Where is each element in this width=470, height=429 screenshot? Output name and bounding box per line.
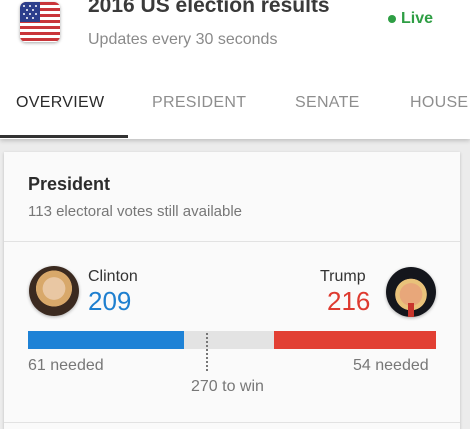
us-flag-icon (20, 2, 60, 42)
tab-bar: OVERVIEW PRESIDENT SENATE HOUSE (0, 86, 470, 139)
card-header: President 113 electoral votes still avai… (4, 152, 460, 242)
clinton-needed: 61 needed (28, 357, 104, 374)
trump-name: Trump (320, 268, 366, 285)
tab-senate[interactable]: SENATE (295, 94, 360, 112)
clinton-name: Clinton (88, 268, 138, 285)
trump-avatar (386, 267, 436, 317)
live-dot-icon (388, 15, 396, 23)
clinton-avatar (29, 266, 79, 316)
live-label: Live (401, 10, 434, 27)
clinton-bar-segment (28, 331, 184, 349)
president-card[interactable]: President 113 electoral votes still avai… (4, 152, 460, 429)
card-title: President (28, 174, 111, 194)
win-threshold-marker (206, 333, 208, 371)
tab-house[interactable]: HOUSE (410, 94, 468, 112)
trump-bar-segment (274, 331, 436, 349)
app-header: 2016 US election results Updates every 3… (0, 0, 470, 139)
tab-president[interactable]: PRESIDENT (152, 94, 246, 112)
clinton-votes: 209 (88, 286, 132, 316)
card-divider (4, 422, 460, 423)
tab-overview[interactable]: OVERVIEW (16, 94, 104, 112)
trump-needed: 54 needed (353, 357, 429, 374)
active-tab-indicator (0, 135, 128, 138)
votes-available-text: 113 electoral votes still available (28, 203, 243, 220)
electoral-vote-bar (28, 331, 436, 349)
app-title: 2016 US election results (88, 0, 330, 17)
win-threshold-label: 270 to win (191, 378, 264, 395)
trump-votes: 216 (327, 286, 371, 316)
live-indicator: Live (388, 10, 433, 28)
update-frequency: Updates every 30 seconds (88, 31, 278, 48)
